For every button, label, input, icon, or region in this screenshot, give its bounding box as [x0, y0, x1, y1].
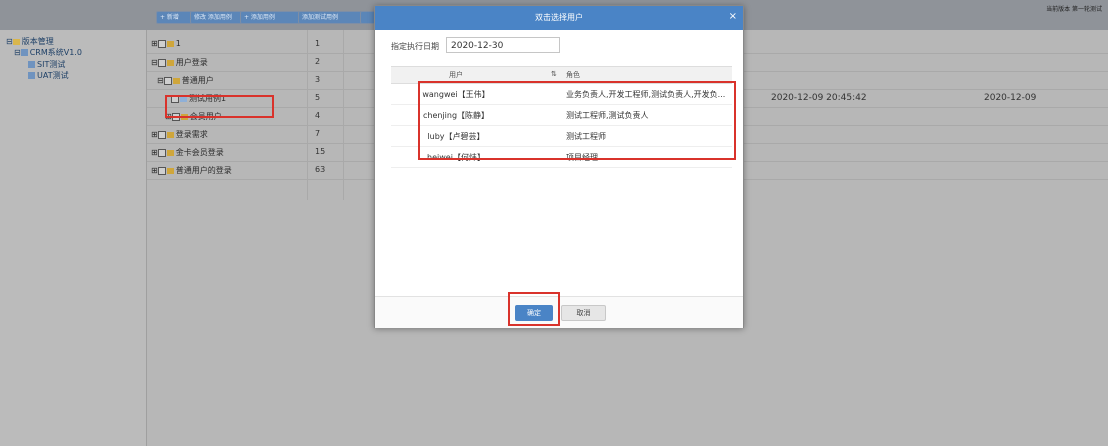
folder-icon: [166, 131, 174, 138]
close-icon[interactable]: ×: [729, 11, 737, 22]
row-number: 63: [315, 165, 326, 174]
row-number: 15: [315, 147, 326, 156]
checkbox-icon[interactable]: [163, 76, 172, 85]
checkbox-icon[interactable]: [157, 166, 166, 175]
project-icon: [20, 49, 28, 56]
column-user[interactable]: 用户: [391, 70, 521, 80]
highlight-selected-case: [165, 95, 274, 118]
tree-label: 版本管理: [21, 37, 54, 46]
tree-label: UAT测试: [37, 71, 69, 80]
folder-icon: [166, 149, 174, 156]
highlight-user-list: [418, 81, 736, 160]
row-name: ⊟ 用户登录: [151, 58, 208, 67]
expand-icon[interactable]: ⊟: [14, 48, 21, 57]
expand-icon[interactable]: ⊟: [6, 37, 13, 46]
row-name: ⊞ 金卡会员登录: [151, 148, 224, 157]
execute-date: 2020-12-09: [984, 93, 1037, 103]
folder-icon: [166, 167, 174, 174]
execute-date-input[interactable]: 2020-12-30: [446, 37, 560, 53]
row-number: 4: [315, 111, 321, 120]
checkbox-icon[interactable]: [157, 39, 166, 48]
row-number: 5: [315, 93, 321, 102]
tree-label: CRM系统V1.0: [29, 48, 82, 57]
dialog-header: 双击选择用户 ×: [375, 6, 743, 30]
execute-date-label: 指定执行日期: [391, 42, 439, 51]
row-name: ⊞ 1: [151, 39, 181, 48]
checkbox-icon[interactable]: [157, 130, 166, 139]
row-name: ⊟ 普通用户: [157, 76, 214, 85]
row-number: 3: [315, 75, 321, 84]
row-number: 1: [315, 39, 321, 48]
test-icon: [28, 72, 35, 79]
checkbox-icon[interactable]: [157, 58, 166, 67]
cancel-button[interactable]: 取消: [561, 305, 606, 321]
add-button[interactable]: + 新增: [156, 11, 192, 24]
row-name: ⊞ 登录需求: [151, 130, 208, 139]
folder-icon: [166, 40, 174, 47]
folder-icon: [172, 77, 180, 84]
row-number: 7: [315, 129, 321, 138]
test-icon: [28, 61, 35, 68]
folder-icon: [12, 38, 20, 45]
created-datetime: 2020-12-09 20:45:42: [771, 93, 867, 103]
checkbox-icon[interactable]: [157, 148, 166, 157]
tree-node-uat[interactable]: UAT测试: [28, 70, 69, 81]
folder-icon: [166, 59, 174, 66]
row-name: ⊞ 普通用户的登录: [151, 166, 232, 175]
current-version-text: 当前版本 第一轮测试: [1046, 6, 1102, 13]
select-user-dialog: 双击选择用户 × 指定执行日期 2020-12-30 用户 ⇅ 角色 wangw…: [374, 5, 744, 328]
edit-button[interactable]: 修改 添加用例: [190, 11, 242, 24]
add-test-case-button[interactable]: 添加测试用例: [298, 11, 362, 24]
tree-node-sit[interactable]: SIT测试: [28, 59, 65, 70]
highlight-confirm: [508, 292, 560, 326]
sort-icon[interactable]: ⇅: [551, 70, 557, 78]
sidebar: ⊟ 版本管理 ⊟ CRM系统V1.0 SIT测试 UAT测试: [0, 30, 147, 446]
tree-label: SIT测试: [37, 60, 66, 69]
tree-node-crm[interactable]: ⊟ CRM系统V1.0: [14, 47, 82, 58]
column-role[interactable]: 角色: [566, 70, 580, 80]
tree-node-root[interactable]: ⊟ 版本管理: [6, 36, 54, 47]
dialog-title: 双击选择用户: [535, 13, 583, 22]
row-number: 2: [315, 57, 321, 66]
add-case-button[interactable]: + 添加用例: [240, 11, 300, 24]
